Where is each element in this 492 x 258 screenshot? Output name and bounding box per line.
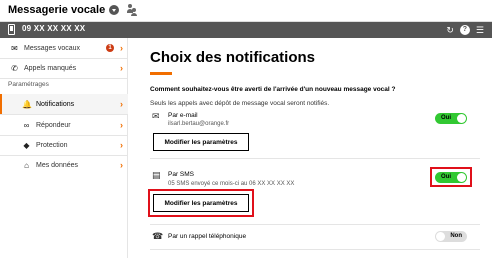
missed-call-icon: ✆: [11, 63, 18, 73]
home-icon: ⌂: [24, 160, 29, 170]
contacts-icon[interactable]: [127, 4, 137, 16]
answering-machine-icon: ∞: [23, 120, 30, 130]
title-underline: [150, 72, 172, 75]
sidebar-item-protection[interactable]: ◆ Protection ›: [0, 136, 128, 154]
sidebar-item-label: Répondeur: [36, 121, 71, 129]
toggle-knob: [436, 232, 445, 241]
page-title: Choix des notifications: [150, 49, 316, 66]
sms-icon: ▤: [152, 170, 161, 180]
email-modify-settings-button[interactable]: Modifier les paramètres: [153, 133, 249, 151]
callback-toggle[interactable]: Non: [435, 231, 467, 242]
chevron-down-icon[interactable]: [109, 5, 119, 15]
sidebar-item-label: Notifications: [36, 100, 75, 108]
menu-icon[interactable]: ☰: [476, 24, 484, 36]
toggle-knob: [457, 114, 466, 123]
toggle-label: Oui: [441, 115, 451, 121]
bell-icon: 🔔: [22, 99, 32, 109]
divider: [0, 78, 128, 79]
toolbar-icons: ↻ ? ☰: [446, 24, 484, 36]
sms-button-highlight: [148, 189, 254, 217]
phone-number: 09 XX XX XX XX: [22, 24, 86, 33]
landline-phone-icon: ☎: [152, 231, 164, 241]
option-detail-sms: 05 SMS envoyé ce mois-ci au 06 XX XX XX …: [168, 181, 295, 187]
option-detail-email: ilsarl.bertau@orange.fr: [168, 121, 230, 127]
sidebar-item-messages-vocaux[interactable]: ✉ Messages vocaux 1 ›: [0, 39, 128, 57]
chevron-right-icon: ›: [120, 43, 123, 53]
chevron-right-icon: ›: [120, 63, 123, 73]
chevron-right-icon: ›: [120, 140, 123, 150]
top-bar: Messagerie vocale: [0, 0, 492, 22]
sidebar-item-label: Messages vocaux: [24, 44, 81, 52]
shield-icon: ◆: [23, 140, 30, 150]
option-title-sms: Par SMS: [168, 171, 195, 178]
sidebar: ✉ Messages vocaux 1 › ✆ Appels manqués ›…: [0, 38, 128, 258]
envelope-icon: ✉: [152, 111, 160, 121]
section-label-parametrages: Paramétrages: [8, 81, 49, 88]
sidebar-item-notifications[interactable]: 🔔 Notifications ›: [0, 94, 128, 114]
sidebar-item-appels-manques[interactable]: ✆ Appels manqués ›: [0, 59, 128, 77]
app-title: Messagerie vocale: [8, 4, 106, 16]
sidebar-item-label: Protection: [36, 141, 68, 149]
divider: [150, 224, 480, 225]
sidebar-item-label: Appels manqués: [24, 64, 77, 72]
sidebar-item-repondeur[interactable]: ∞ Répondeur ›: [0, 116, 128, 134]
chevron-right-icon: ›: [120, 99, 123, 109]
sidebar-item-label: Mes données: [36, 161, 79, 169]
divider: [0, 114, 128, 115]
divider: [150, 158, 480, 159]
chevron-right-icon: ›: [120, 120, 123, 130]
phone-bar: 09 XX XX XX XX ↻ ? ☰: [0, 22, 492, 38]
sidebar-item-mes-donnees[interactable]: ⌂ Mes données ›: [0, 156, 128, 174]
option-title-email: Par e-mail: [168, 112, 198, 119]
sms-toggle-highlight: [430, 167, 472, 187]
notification-question: Comment souhaitez-vous être averti de l'…: [150, 86, 396, 93]
option-title-callback: Par un rappel téléphonique: [168, 233, 247, 240]
divider: [150, 249, 480, 250]
voicemail-icon: ✉: [11, 43, 18, 53]
toggle-label: Non: [450, 233, 462, 239]
mobile-phone-icon: [8, 24, 15, 35]
refresh-icon[interactable]: ↻: [446, 24, 454, 36]
unread-badge: 1: [106, 44, 114, 52]
help-icon[interactable]: ?: [459, 25, 470, 35]
notification-info: Seuls les appels avec dépôt de message v…: [150, 100, 330, 107]
chevron-right-icon: ›: [120, 160, 123, 170]
email-toggle[interactable]: Oui: [435, 113, 467, 124]
